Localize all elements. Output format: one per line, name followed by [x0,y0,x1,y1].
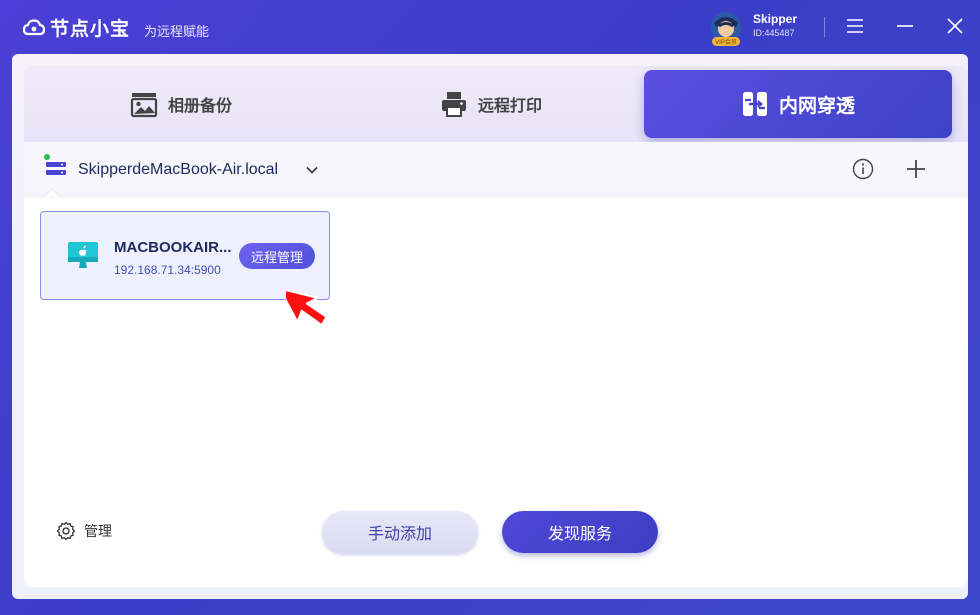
minimize-icon [897,25,913,27]
info-icon[interactable] [852,158,874,180]
red-arrow-pointer-icon [286,287,328,327]
mac-monitor-icon [68,242,98,268]
content-area: 相册备份 远程打印 内网穿透 SkipperdeMacBook-Air.loca… [24,66,968,587]
tab-remote-print[interactable]: 远程打印 [338,70,644,138]
printer-icon [441,92,466,117]
menu-button[interactable] [844,15,866,37]
tab-bar: 相册备份 远程打印 内网穿透 [24,66,968,142]
user-name: Skipper [753,12,798,26]
manual-add-button[interactable]: 手动添加 [322,511,478,553]
title-bar: 节点小宝 为远程赋能 VIP会员 Skipper ID:445487 [0,0,980,54]
discover-service-button[interactable]: 发现服务 [502,511,658,553]
tab-photo-backup-label: 相册备份 [167,98,232,115]
online-status-dot [44,154,50,160]
service-address: 192.168.71.34:5900 [114,263,221,277]
add-icon[interactable] [904,157,928,181]
tab-remote-print-label: 远程打印 [477,98,542,115]
vip-badge: VIP会员 [715,38,737,46]
app-slogan: 为远程赋能 [144,24,210,39]
photo-album-icon [130,93,158,118]
close-button[interactable] [944,15,966,37]
gear-icon [56,521,76,541]
chevron-down-icon[interactable] [305,163,319,177]
remote-manage-button[interactable]: 远程管理 [239,243,315,269]
minimize-button[interactable] [894,15,916,37]
device-selector-bar: SkipperdeMacBook-Air.local [24,142,968,197]
manage-link[interactable]: 管理 [56,521,112,541]
main-panel: 相册备份 远程打印 内网穿透 SkipperdeMacBook-Air.loca… [12,54,968,599]
avatar[interactable]: VIP会员 [706,9,746,47]
hamburger-menu-icon [847,19,863,33]
app-name: 节点小宝 [50,19,131,40]
tab-photo-backup[interactable]: 相册备份 [24,70,338,138]
network-penetration-icon [742,92,767,116]
manage-label: 管理 [84,523,112,539]
title-bar-divider [824,17,825,37]
service-title: MACBOOKAIR... [114,239,232,256]
tab-intranet-penetration-label: 内网穿透 [778,95,855,117]
user-id: ID:445487 [753,28,795,38]
tab-intranet-penetration[interactable]: 内网穿透 [644,70,952,138]
app-logo: 节点小宝 [22,14,130,41]
device-name[interactable]: SkipperdeMacBook-Air.local [78,161,278,179]
dropdown-notch [44,189,60,197]
close-icon [947,18,963,34]
cloud-logo-icon [22,18,46,35]
